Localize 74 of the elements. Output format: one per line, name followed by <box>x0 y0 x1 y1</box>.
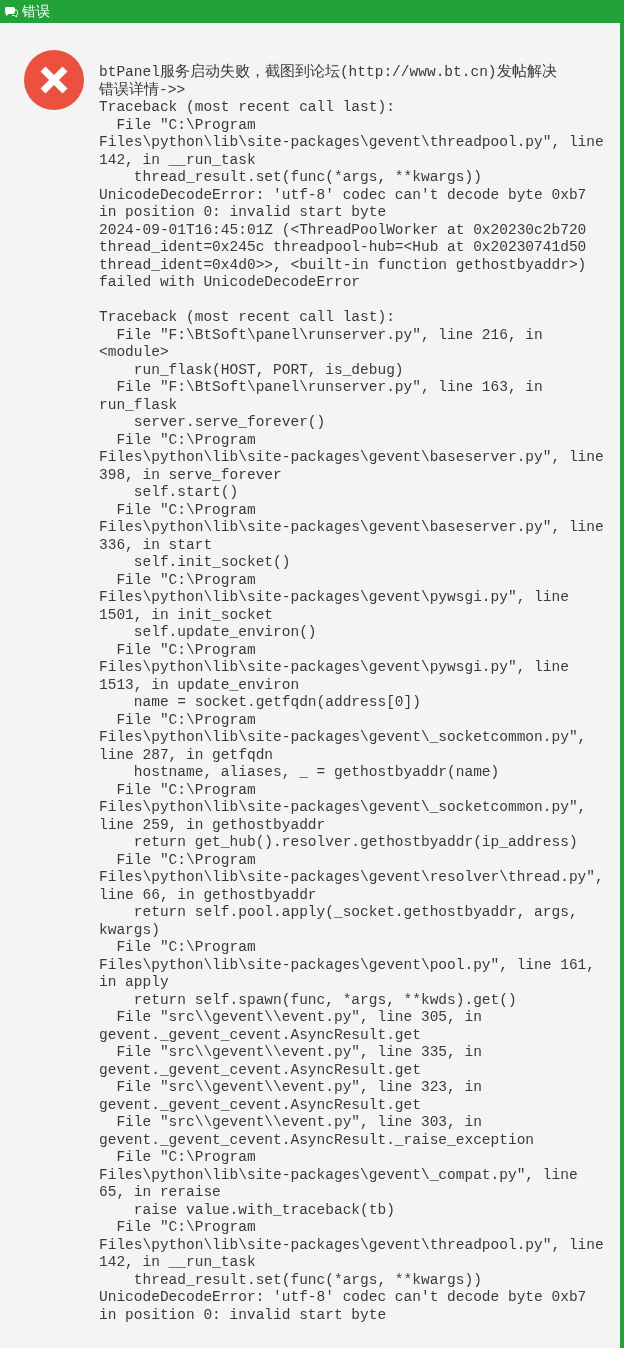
error-text-line: Files\python\lib\site-packages\gevent\pool.py", line 161, <box>99 956 596 974</box>
error-text-line: server.serve_forever() <box>132 414 327 432</box>
error-text-line: Files\python\lib\site-packages\gevent\pywsgi.py", line <box>99 659 570 677</box>
error-text-line: File "C:\Program <box>115 501 257 519</box>
error-text-line: thread_result.set(func(*args, **kwargs)) <box>132 169 483 187</box>
error-text-line: File "C:\Program <box>115 641 257 659</box>
error-text-line: return self.spawn(func, *args, **kwds).get() <box>132 991 518 1009</box>
error-text-line: return self.pool.apply(_socket.gethostbyaddr, args, <box>132 904 579 922</box>
error-text-line: line 66, in gethostbyaddr <box>99 886 318 904</box>
error-text-line: run_flask <box>99 396 179 414</box>
error-text-line: Traceback (most recent call last): <box>99 99 396 117</box>
error-text-line: Files\python\lib\site-packages\gevent\baseserver.py", line <box>99 519 604 537</box>
error-text-line: File "F:\BtSoft\panel\runserver.py", line 216, in <box>115 326 544 344</box>
error-text-line: 错误详情->> <box>99 81 187 99</box>
error-text-line: File "C:\Program <box>115 939 257 957</box>
error-text-line: Traceback (most recent call last): <box>99 309 396 327</box>
error-text-line: in apply <box>99 974 170 992</box>
error-text-line: kwargs) <box>99 921 161 939</box>
error-text-line: File "src\\gevent\\event.py", line 323, in <box>115 1079 483 1097</box>
error-text-line: File "src\\gevent\\event.py", line 303, in <box>115 1114 483 1132</box>
error-text-line: in position 0: invalid start byte <box>99 1306 388 1324</box>
chat-bubble-icon <box>4 5 18 18</box>
error-text-line: failed with UnicodeDecodeError <box>99 274 362 292</box>
error-text-line: File "C:\Program <box>115 431 257 449</box>
error-text-line: 398, in serve_forever <box>99 466 283 484</box>
error-text-line: File "C:\Program <box>115 781 257 799</box>
error-text-line: line 287, in getfqdn <box>99 746 275 764</box>
error-text-line: File "F:\BtSoft\panel\runserver.py", line 163, in <box>115 379 544 397</box>
error-text-line: 2024-09-01T16:45:01Z (<ThreadPoolWorker at 0x20230c2b720 <box>99 221 588 239</box>
error-text-line: thread_result.set(func(*args, **kwargs)) <box>132 1271 483 1289</box>
error-text-line: 1501, in init_socket <box>99 606 275 624</box>
error-text-line: Files\python\lib\site-packages\gevent\pywsgi.py", line <box>99 589 570 607</box>
error-text-line: gevent._gevent_cevent.AsyncResult.get <box>99 1096 422 1114</box>
error-text-line: Files\python\lib\site-packages\gevent\_socketcommon.py", <box>99 799 588 817</box>
error-text-line: File "src\\gevent\\event.py", line 335, in <box>115 1044 483 1062</box>
error-text-line: Files\python\lib\site-packages\gevent\_socketcommon.py", <box>99 729 588 747</box>
error-text-line: self.init_socket() <box>132 554 292 572</box>
error-text-line: File "C:\Program <box>115 116 257 134</box>
error-text-line: gevent._gevent_cevent.AsyncResult.get <box>99 1061 422 1079</box>
error-text-line: raise value.with_traceback(tb) <box>132 1201 396 1219</box>
error-text-line: Files\python\lib\site-packages\gevent\_compat.py", line <box>99 1166 579 1184</box>
error-text-line: line 259, in gethostbyaddr <box>99 816 327 834</box>
error-icon <box>24 50 84 110</box>
error-text-line: thread_ident=0x4d0>>, <built-in function gethostbyaddr>) <box>99 256 588 274</box>
error-text-line: name = socket.getfqdn(address[0]) <box>132 694 422 712</box>
error-text-line: Files\python\lib\site-packages\gevent\baseserver.py", line <box>99 449 604 467</box>
error-text-line: Files\python\lib\site-packages\gevent\threadpool.py", line <box>99 1236 604 1254</box>
error-text-line: UnicodeDecodeError: 'utf-8' codec can't decode byte 0xb7 <box>99 1289 588 1307</box>
error-text-line: thread_ident=0x245c threadpool-hub=<Hub at 0x20230741d50 <box>99 239 588 257</box>
error-text-line: self.update_environ() <box>132 624 318 642</box>
error-text-line: run_flask(HOST, PORT, is_debug) <box>132 361 405 379</box>
error-text-line: File "src\\gevent\\event.py", line 305, in <box>115 1009 483 1027</box>
error-text-line: 1513, in update_environ <box>99 676 301 694</box>
error-text-line: gevent._gevent_cevent.AsyncResult._raise_exception <box>99 1131 536 1149</box>
error-text-line: self.start() <box>132 484 240 502</box>
error-text-line: File "C:\Program <box>115 1219 257 1237</box>
error-text-line: gevent._gevent_cevent.AsyncResult.get <box>99 1026 422 1044</box>
error-text-line: Files\python\lib\site-packages\gevent\threadpool.py", line <box>99 134 604 152</box>
error-text-line: File "C:\Program <box>115 571 257 589</box>
error-text-line: File "C:\Program <box>115 1149 257 1167</box>
error-text-line: 65, in reraise <box>99 1184 222 1202</box>
error-text-line: return get_hub().resolver.gethostbyaddr(ip_address) <box>132 834 579 852</box>
error-text-line: hostname, aliases, _ = gethostbyaddr(name) <box>132 764 501 782</box>
error-text-line: 336, in start <box>99 536 214 554</box>
error-text-line: btPanel服务启动失败，截图到论坛(http://www.bt.cn)发帖解决 <box>99 64 558 81</box>
error-text-line: in position 0: invalid start byte <box>99 204 388 222</box>
error-text-line: 142, in __run_task <box>99 1254 257 1272</box>
window-title: 错误 <box>22 2 50 21</box>
error-text-line: <module> <box>99 344 170 362</box>
error-text-line: File "C:\Program <box>115 711 257 729</box>
error-text-line: File "C:\Program <box>115 851 257 869</box>
error-text-line: 142, in __run_task <box>99 151 257 169</box>
error-text-line: Files\python\lib\site-packages\gevent\resolver\thread.py", <box>99 869 604 887</box>
error-text-line: UnicodeDecodeError: 'utf-8' codec can't decode byte 0xb7 <box>99 186 588 204</box>
